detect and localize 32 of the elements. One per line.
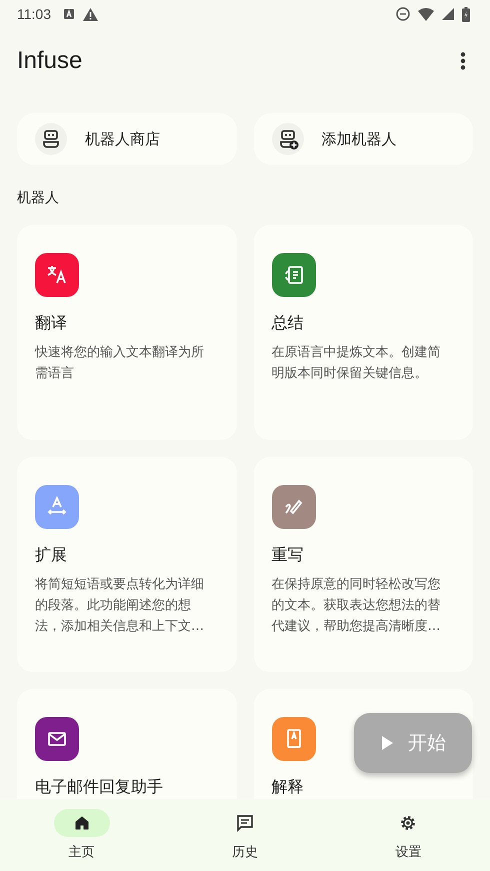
bot-title: 总结 <box>272 313 304 334</box>
bot-card[interactable]: 重写 在保持原意的同时轻松改写您的文本。获取表达您想法的替代建议，帮助您提高清晰度… <box>254 457 473 672</box>
section-title: 机器人 <box>17 189 60 207</box>
bot-title: 电子邮件回复助手 <box>35 777 164 798</box>
bot-title: 解释 <box>272 777 304 798</box>
nav-tab[interactable]: 主页 <box>0 799 164 871</box>
bot-title: 重写 <box>272 545 304 566</box>
do-not-disturb-icon <box>396 7 410 21</box>
nav-tab[interactable]: 设置 <box>326 799 490 871</box>
bot-card[interactable]: 扩展 将简短短语或要点转化为详细的段落。此功能阐述您的想法，添加相关信息和上下文… <box>17 457 236 672</box>
bot-description: 在原语言中提炼文本。创建简明版本同时保留关键信息。 <box>272 344 442 383</box>
robot-icon <box>40 128 62 150</box>
bot-description: 在保持原意的同时轻松改写您的文本。获取表达您想法的替代建议，帮助您提高清晰度… <box>272 576 442 636</box>
notification-icon <box>63 8 75 20</box>
quick-action-button[interactable]: 机器人商店 <box>17 113 236 165</box>
quick-action-button[interactable]: 添加机器人 <box>254 113 473 165</box>
bot-title: 翻译 <box>35 313 68 334</box>
wifi-icon <box>418 8 434 20</box>
status-time: 11:03 <box>17 6 51 22</box>
bot-card[interactable]: 翻译 快速将您的输入文本翻译为所需语言 <box>17 225 236 440</box>
battery-icon <box>462 6 470 22</box>
bot-card[interactable]: 电子邮件回复助手 <box>17 689 236 799</box>
nav-tab[interactable]: 历史 <box>163 799 327 871</box>
bot-title: 扩展 <box>35 545 68 566</box>
bot-description: 快速将您的输入文本翻译为所需语言 <box>35 344 205 383</box>
app-title: Infuse <box>17 47 82 75</box>
warning-icon <box>83 8 98 20</box>
bot-description: 将简短短语或要点转化为详细的段落。此功能阐述您的想法，添加相关信息和上下文… <box>35 576 205 636</box>
bot-card[interactable]: 总结 在原语言中提炼文本。创建简明版本同时保留关键信息。 <box>254 225 473 440</box>
signal-icon <box>442 8 454 20</box>
play-icon <box>380 735 394 751</box>
message-icon <box>234 813 255 833</box>
